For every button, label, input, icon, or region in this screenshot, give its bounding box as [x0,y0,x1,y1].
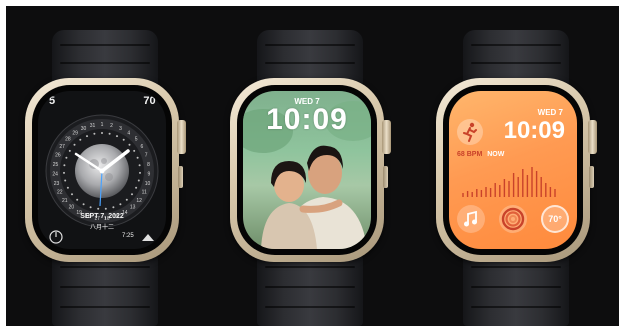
ring-tick [131,193,133,196]
ring-tick [66,186,69,189]
date-label: SEPT 7, 2022 [80,213,124,220]
day-label: WED 7 [537,108,563,117]
ring-number: 24 [52,171,58,177]
ring-tick [116,135,118,138]
heart-rate-graph [462,167,556,197]
ring-number: 25 [53,162,59,168]
side-button[interactable] [383,166,388,188]
ring-tick [133,149,136,152]
side-button[interactable] [178,166,183,188]
ring-tick [86,135,88,138]
running-figure-icon [463,122,477,142]
time-display: 10:09 [266,103,348,136]
ring-tick [104,207,107,210]
ring-number: 26 [55,153,61,159]
ring-tick [119,203,122,206]
mountain-icon[interactable] [142,234,154,241]
ring-number: 8 [147,162,150,168]
ring-number: 7 [145,153,148,159]
side-button[interactable] [589,166,594,188]
ring-tick [136,156,139,159]
digital-crown[interactable] [382,120,391,154]
ring-tick [101,132,103,134]
bottom-right-time: 7:25 [122,233,134,239]
lunar-date-label: 八月十二 [89,225,114,231]
ring-tick [128,143,131,146]
heart-rate-complication[interactable]: 68 BPM NOW [457,151,504,158]
ring-tick [125,198,128,201]
ring-tick [122,138,125,141]
ring-number: 22 [57,190,63,196]
ring-number: 6 [141,144,144,150]
digital-crown[interactable] [588,120,597,154]
ring-tick [97,207,100,210]
ring-number: 5 [135,137,138,143]
watch-portraits: WED 7 10:09 [224,6,396,326]
ring-tick [71,193,73,196]
workout-complication[interactable] [457,119,483,145]
ring-tick [112,206,115,209]
ring-tick [108,132,111,135]
heart-rate-value: 68 BPM [457,151,483,158]
complication-top-left[interactable]: 5 [49,95,55,107]
ring-tick [76,198,79,201]
ring-tick [79,138,82,141]
ring-tick [82,203,85,206]
activity-rings-icon [501,207,525,231]
ring-number: 31 [90,123,96,129]
time-display: 10:09 [503,117,565,144]
ring-tick [64,179,67,182]
watch-screen[interactable]: WED 7 10:09 [243,91,371,249]
ring-tick [68,149,71,152]
ring-number: 30 [81,126,87,132]
ring-number: 10 [145,181,151,187]
ring-number: 2 [110,123,113,129]
watch-screen[interactable]: 1 2 3 4 5 6 7 8 9 10 11 12 13 14 15 16 17 18 19 20 21 22 23 24 2… [38,91,166,249]
ring-number: 28 [65,137,71,143]
ring-number: 13 [130,205,136,211]
watch-modular: WED 7 10:09 68 BPM NOW 70° [430,6,602,326]
ring-tick [89,206,92,209]
ring-tick [138,164,141,167]
music-note-icon [464,210,477,227]
ring-number: 21 [62,198,68,204]
ring-tick [139,171,141,174]
ring-tick [63,164,66,167]
ring-number: 27 [59,144,65,150]
ring-number: 20 [69,205,75,211]
watch-lineup: 1 2 3 4 5 6 7 8 9 10 11 12 13 14 15 16 17 18 19 20 21 22 23 24 2… [6,6,619,326]
ring-number: 29 [72,130,78,136]
watch-lunar: 1 2 3 4 5 6 7 8 9 10 11 12 13 14 15 16 17 18 19 20 21 22 23 24 2… [19,6,191,326]
ring-tick [135,186,138,189]
ring-tick [73,143,76,146]
watch-screen[interactable]: WED 7 10:09 68 BPM NOW 70° [449,91,577,249]
music-complication[interactable] [457,205,485,233]
ring-tick [93,132,96,135]
ring-number: 11 [142,190,147,196]
digital-crown[interactable] [177,120,186,154]
ring-number: 23 [54,181,60,187]
ring-tick [65,156,68,159]
ring-number: 12 [136,198,142,204]
ring-tick [137,179,140,182]
temperature-complication[interactable]: 70° [541,205,569,233]
ring-number: 4 [127,130,130,136]
heart-rate-status: NOW [487,151,505,158]
ring-tick [63,171,65,174]
activity-complication[interactable] [499,205,527,233]
complication-temperature[interactable]: 70° [143,95,160,107]
ring-number: 1 [101,122,104,128]
ring-number: 9 [148,171,151,177]
ring-number: 3 [119,126,122,132]
